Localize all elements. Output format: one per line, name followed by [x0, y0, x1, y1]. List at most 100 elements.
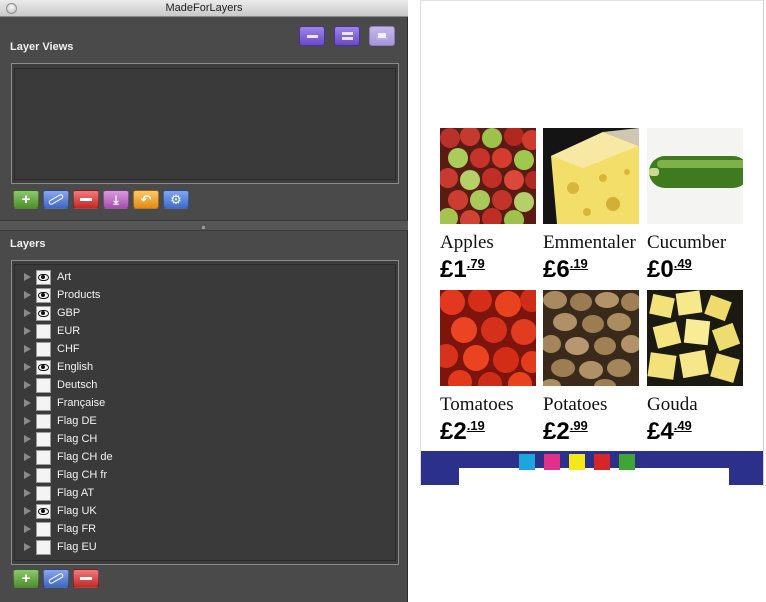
apply-view-button[interactable]: ⤓ — [103, 190, 129, 209]
edit-layer-button[interactable] — [43, 569, 69, 588]
visibility-toggle[interactable] — [36, 360, 51, 375]
color-swatch-cyan — [519, 454, 535, 470]
panel-splitter[interactable] — [0, 220, 408, 231]
layer-row[interactable]: Flag UK — [15, 503, 395, 521]
product-price: £2.99 — [543, 418, 588, 445]
download-icon: ⤓ — [113, 192, 119, 207]
plus-icon: + — [21, 191, 31, 208]
layer-row[interactable]: Flag DE — [15, 413, 395, 431]
layer-name: Deutsch — [57, 379, 98, 391]
layer-row[interactable]: English — [15, 359, 395, 377]
pencil-icon — [47, 193, 65, 206]
product-name: Tomatoes — [440, 394, 514, 415]
emmentaler-image — [543, 128, 639, 224]
gear-icon: ⚙ — [170, 192, 182, 207]
layer-row[interactable]: Française — [15, 395, 395, 413]
disclosure-triangle-icon[interactable] — [24, 309, 31, 317]
eye-icon — [38, 310, 49, 317]
layer-row[interactable]: Products — [15, 287, 395, 305]
disclosure-triangle-icon[interactable] — [24, 471, 31, 479]
grip-icon — [202, 226, 205, 229]
layer-views-heading: Layer Views — [10, 41, 74, 53]
visibility-toggle[interactable] — [36, 306, 51, 321]
layer-name: Française — [57, 397, 106, 409]
window-titlebar: MadeForLayers — [0, 0, 408, 17]
visibility-toggle[interactable] — [36, 288, 51, 303]
product-name: Emmentaler — [543, 232, 636, 253]
apples-image — [438, 126, 543, 230]
product-price: £0.49 — [647, 256, 692, 283]
layers-heading: Layers — [10, 238, 46, 250]
layers-list[interactable]: Art Products GBP EUR CHF English Deutsch… — [11, 260, 399, 565]
layer-row[interactable]: Art — [15, 269, 395, 287]
visibility-toggle[interactable] — [36, 324, 51, 339]
add-view-button[interactable]: + — [13, 190, 39, 209]
product-name: Cucumber — [647, 232, 727, 253]
layer-row[interactable]: Flag FR — [15, 521, 395, 539]
disclosure-triangle-icon[interactable] — [24, 327, 31, 335]
disclosure-triangle-icon[interactable] — [24, 489, 31, 497]
visibility-toggle[interactable] — [36, 468, 51, 483]
disclosure-triangle-icon[interactable] — [24, 345, 31, 353]
eye-icon — [38, 364, 49, 371]
layer-row[interactable]: Flag AT — [15, 485, 395, 503]
disclosure-triangle-icon[interactable] — [24, 453, 31, 461]
minus-icon — [80, 577, 92, 580]
revert-view-button[interactable]: ↶ — [133, 190, 159, 209]
visibility-toggle[interactable] — [36, 504, 51, 519]
footer-white-strip — [459, 468, 729, 485]
product-price: £4.49 — [647, 418, 692, 445]
visibility-toggle[interactable] — [36, 432, 51, 447]
disclosure-triangle-icon[interactable] — [24, 417, 31, 425]
disclosure-triangle-icon[interactable] — [24, 273, 31, 281]
visibility-toggle[interactable] — [36, 522, 51, 537]
disclosure-triangle-icon[interactable] — [24, 435, 31, 443]
collapse-button[interactable] — [299, 26, 325, 46]
disclosure-triangle-icon[interactable] — [24, 525, 31, 533]
disclosure-triangle-icon[interactable] — [24, 381, 31, 389]
product-price: £1.79 — [440, 256, 485, 283]
layer-name: GBP — [57, 307, 81, 319]
visibility-toggle[interactable] — [36, 342, 51, 357]
plus-icon: + — [21, 570, 31, 587]
layer-views-list[interactable] — [11, 63, 399, 184]
visibility-toggle[interactable] — [36, 414, 51, 429]
layer-row[interactable]: EUR — [15, 323, 395, 341]
product-name: Apples — [440, 232, 494, 253]
layer-row[interactable]: Deutsch — [15, 377, 395, 395]
disclosure-triangle-icon[interactable] — [24, 291, 31, 299]
expand-button[interactable] — [334, 26, 360, 46]
footer-bar — [421, 451, 763, 485]
visibility-toggle[interactable] — [36, 540, 51, 555]
layer-row[interactable]: CHF — [15, 341, 395, 359]
add-layer-button[interactable]: + — [13, 569, 39, 588]
layer-name: Flag UK — [57, 505, 97, 517]
edit-view-button[interactable] — [43, 190, 69, 209]
disclosure-triangle-icon[interactable] — [24, 363, 31, 371]
window-title: MadeForLayers — [165, 2, 243, 14]
layer-name: Flag EU — [57, 541, 97, 553]
product-price: £6.19 — [543, 256, 588, 283]
delete-view-button[interactable] — [73, 190, 99, 209]
save-view-button[interactable] — [369, 26, 395, 46]
layer-name: Flag AT — [57, 487, 95, 499]
visibility-toggle[interactable] — [36, 486, 51, 501]
view-settings-button[interactable]: ⚙ — [163, 190, 189, 209]
layer-row[interactable]: Flag CH de — [15, 449, 395, 467]
visibility-toggle[interactable] — [36, 396, 51, 411]
visibility-toggle[interactable] — [36, 450, 51, 465]
layer-name: Flag CH fr — [57, 469, 108, 481]
gouda-image — [647, 290, 743, 386]
disclosure-triangle-icon[interactable] — [24, 399, 31, 407]
pencil-icon — [47, 572, 65, 585]
visibility-toggle[interactable] — [36, 270, 51, 285]
delete-layer-button[interactable] — [73, 569, 99, 588]
layer-row[interactable]: Flag CH — [15, 431, 395, 449]
layer-row[interactable]: GBP — [15, 305, 395, 323]
layer-row[interactable]: Flag EU — [15, 539, 395, 557]
visibility-toggle[interactable] — [36, 378, 51, 393]
disclosure-triangle-icon[interactable] — [24, 543, 31, 551]
disclosure-triangle-icon[interactable] — [24, 507, 31, 515]
document-preview: Apples £1.79 Emmentaler £6.19 Cucumber £… — [420, 0, 764, 486]
layer-row[interactable]: Flag CH fr — [15, 467, 395, 485]
